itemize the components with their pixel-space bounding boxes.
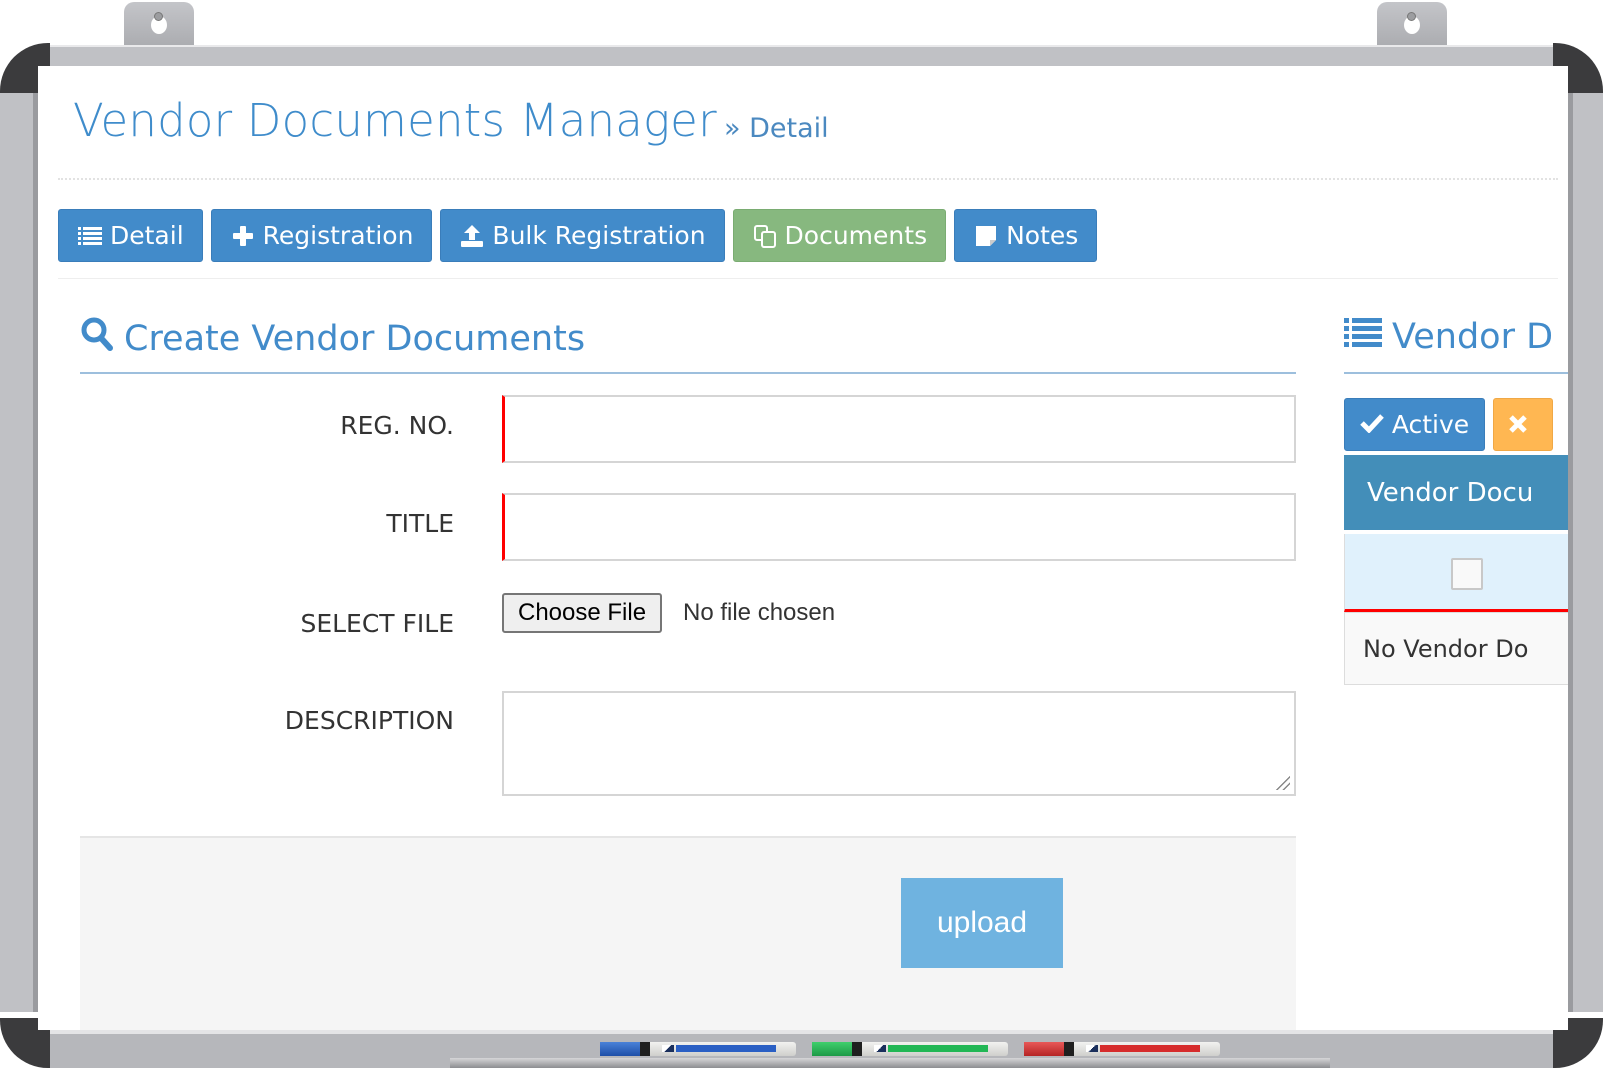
active-filter-button[interactable]: Active (1344, 398, 1485, 451)
choose-file-button[interactable]: Choose File (502, 593, 663, 633)
tab-label: Bulk Registration (492, 221, 706, 250)
check-icon (1360, 410, 1384, 439)
blue-marker (600, 1042, 800, 1056)
frame-left (0, 92, 38, 1012)
hanger-right (1377, 2, 1447, 50)
select-all-checkbox[interactable] (1451, 558, 1483, 590)
nav-divider (58, 278, 1558, 279)
tab-label: Documents (784, 221, 928, 250)
times-icon (1508, 408, 1528, 441)
section-divider (80, 372, 1296, 374)
app-content: Vendor Documents Manager » Detail Detail… (38, 66, 1568, 1030)
select-file-row: SELECT FILE Choose File No file chosen (80, 593, 1296, 643)
list-icon (77, 223, 103, 249)
title-label: TITLE (386, 509, 454, 538)
table-select-row (1344, 534, 1568, 612)
create-section-label: Create Vendor Documents (124, 318, 586, 359)
upload-icon (459, 223, 485, 249)
tab-label: Registration (262, 221, 414, 250)
tab-label: Notes (1006, 221, 1079, 250)
whiteboard-frame: Vendor Documents Manager » Detail Detail… (0, 0, 1603, 1068)
reg-no-input[interactable] (502, 395, 1296, 463)
list-icon (1344, 316, 1382, 357)
frame-top (48, 45, 1556, 66)
breadcrumb-current: Detail (749, 113, 829, 144)
hanger-left (124, 2, 194, 50)
select-file-label: SELECT FILE (300, 609, 454, 638)
list-section-title: Vendor D (1344, 316, 1553, 357)
marker-tray (450, 1058, 1330, 1068)
inactive-filter-button[interactable] (1493, 398, 1553, 451)
breadcrumb-separator: » (724, 113, 741, 144)
tab-registration[interactable]: Registration (210, 209, 433, 262)
status-filter: Active (1344, 398, 1553, 451)
copy-icon (752, 223, 778, 249)
nav-tabs: Detail Registration Bulk Registration Do… (58, 209, 1098, 262)
tab-detail[interactable]: Detail (58, 209, 203, 262)
section-divider (1344, 372, 1568, 374)
description-label: DESCRIPTION (284, 706, 454, 735)
active-label: Active (1391, 410, 1470, 439)
create-section-title: Create Vendor Documents (80, 316, 585, 361)
table-column-header[interactable]: Vendor Docu (1344, 455, 1568, 530)
description-textarea[interactable] (502, 691, 1296, 796)
list-section-label: Vendor D (1392, 316, 1554, 357)
breadcrumb: » Detail (724, 113, 829, 144)
red-marker (1024, 1042, 1224, 1056)
form-actions: upload (80, 836, 1296, 1030)
green-marker (812, 1042, 1012, 1056)
sticky-note-icon (973, 223, 999, 249)
reg-no-row: REG. NO. (80, 395, 1296, 463)
reg-no-label: REG. NO. (340, 411, 454, 440)
tab-bulk-registration[interactable]: Bulk Registration (440, 209, 725, 262)
header-divider (58, 178, 1558, 180)
title-input[interactable] (502, 493, 1296, 561)
file-status: No file chosen (683, 599, 836, 626)
description-row: DESCRIPTION (80, 691, 1296, 796)
table-empty-message: No Vendor Do (1344, 612, 1568, 685)
tab-notes[interactable]: Notes (954, 209, 1098, 262)
title-row: TITLE (80, 493, 1296, 561)
tab-documents[interactable]: Documents (732, 209, 947, 262)
plus-icon (230, 223, 256, 249)
frame-right (1568, 92, 1603, 1012)
resize-handle[interactable] (1274, 774, 1290, 790)
search-icon (80, 316, 114, 361)
upload-button[interactable]: upload (901, 878, 1063, 968)
tab-label: Detail (110, 221, 184, 250)
page-title: Vendor Documents Manager (73, 94, 717, 147)
